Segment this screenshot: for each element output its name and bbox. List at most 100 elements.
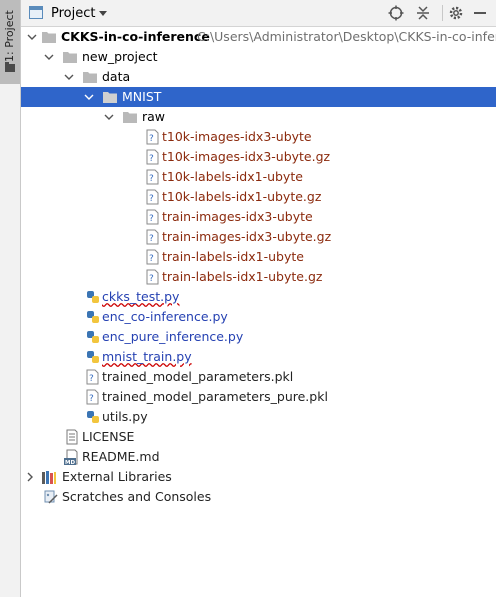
tree-row-scratches[interactable]: Scratches and Consoles: [21, 487, 496, 507]
chevron-down-icon[interactable]: [83, 91, 95, 103]
unknown-file-icon: ?: [146, 129, 159, 145]
folder-name: new_project: [82, 49, 158, 64]
chevron-down-icon[interactable]: [63, 71, 75, 83]
tree-row-file[interactable]: ? t10k-images-idx3-ubyte: [21, 127, 496, 147]
tree-row-root[interactable]: CKKS-in-co-inference C:\Users\Administra…: [21, 27, 496, 47]
svg-text:?: ?: [89, 394, 94, 404]
tree-row-file[interactable]: ? t10k-labels-idx1-ubyte.gz: [21, 187, 496, 207]
folder-icon: [103, 92, 117, 103]
scratches-label: Scratches and Consoles: [62, 489, 212, 504]
chevron-right-icon[interactable]: [24, 471, 36, 483]
panel-title[interactable]: Project: [51, 6, 95, 21]
file-name: enc_co-inference.py: [102, 309, 228, 324]
svg-text:?: ?: [149, 254, 154, 264]
text-file-icon: [66, 429, 78, 445]
svg-text:?: ?: [149, 234, 154, 244]
tree-row-file[interactable]: ? train-labels-idx1-ubyte: [21, 247, 496, 267]
tree-row-pkl-file[interactable]: ? trained_model_parameters_pure.pkl: [21, 387, 496, 407]
library-icon: [42, 471, 56, 484]
file-name: mnist_train.py: [102, 349, 192, 364]
tree-row-file[interactable]: ? train-labels-idx1-ubyte.gz: [21, 267, 496, 287]
markdown-file-icon: MD: [64, 449, 78, 465]
file-name: t10k-labels-idx1-ubyte.gz: [162, 189, 322, 204]
unknown-file-icon: ?: [146, 229, 159, 245]
python-file-icon: [87, 411, 99, 423]
svg-text:?: ?: [149, 174, 154, 184]
tool-window-strip: 1: Project: [0, 0, 21, 597]
folder-icon: [63, 52, 77, 63]
project-tree: CKKS-in-co-inference C:\Users\Administra…: [21, 27, 496, 597]
python-file-icon: [87, 291, 99, 303]
file-name: trained_model_parameters.pkl: [102, 369, 294, 384]
file-name: t10k-labels-idx1-ubyte: [162, 169, 303, 184]
tree-row-python-file[interactable]: enc_co-inference.py: [21, 307, 496, 327]
external-libraries-label: External Libraries: [62, 469, 172, 484]
file-name: LICENSE: [82, 429, 135, 444]
folder-name: data: [102, 69, 131, 84]
project-tool-tab-label: 1: Project: [3, 10, 16, 62]
tree-row-python-file[interactable]: ckks_test.py: [21, 287, 496, 307]
tree-row-file[interactable]: ? t10k-labels-idx1-ubyte: [21, 167, 496, 187]
tree-row-file[interactable]: ? t10k-images-idx3-ubyte.gz: [21, 147, 496, 167]
svg-text:?: ?: [149, 274, 154, 284]
python-file-icon: [87, 311, 99, 323]
tree-row-mnist[interactable]: MNIST: [21, 87, 496, 107]
folder-name: raw: [142, 109, 166, 124]
file-name: train-images-idx3-ubyte.gz: [162, 229, 332, 244]
unknown-file-icon: ?: [146, 189, 159, 205]
tree-row-raw[interactable]: raw: [21, 107, 496, 127]
folder-icon: [42, 32, 56, 43]
unknown-file-icon: ?: [146, 169, 159, 185]
file-name: utils.py: [102, 409, 148, 424]
scratches-icon: [44, 490, 58, 504]
gear-icon[interactable]: [447, 4, 465, 22]
locate-file-icon[interactable]: [387, 4, 405, 22]
chevron-down-icon[interactable]: [43, 51, 55, 63]
python-file-icon: [87, 331, 99, 343]
file-name: README.md: [82, 449, 160, 464]
file-name: t10k-images-idx3-ubyte.gz: [162, 149, 331, 164]
folder-icon: [5, 62, 15, 72]
tree-row-license[interactable]: LICENSE: [21, 427, 496, 447]
chevron-down-icon[interactable]: [26, 31, 38, 43]
unknown-file-icon: ?: [146, 249, 159, 265]
file-name: enc_pure_inference.py: [102, 329, 244, 344]
unknown-file-icon: ?: [86, 369, 99, 385]
tree-row-new-project[interactable]: new_project: [21, 47, 496, 67]
tree-row-readme[interactable]: MD README.md: [21, 447, 496, 467]
project-view-icon: [29, 6, 43, 19]
hide-panel-icon[interactable]: [471, 4, 489, 22]
tree-row-data[interactable]: data: [21, 67, 496, 87]
readme-badge: MD: [65, 460, 75, 465]
folder-icon: [123, 112, 137, 123]
svg-text:?: ?: [149, 214, 154, 224]
file-name: ckks_test.py: [102, 289, 180, 304]
root-folder-path: C:\Users\Administrator\Desktop\CKKS-in-c…: [197, 29, 496, 44]
folder-name: MNIST: [122, 89, 162, 104]
collapse-all-icon[interactable]: [414, 4, 432, 22]
tree-row-file[interactable]: ? train-images-idx3-ubyte: [21, 207, 496, 227]
project-tool-tab[interactable]: 1: Project: [0, 0, 20, 84]
file-name: train-labels-idx1-ubyte.gz: [162, 269, 323, 284]
unknown-file-icon: ?: [146, 209, 159, 225]
svg-text:?: ?: [149, 134, 154, 144]
tree-row-python-file[interactable]: enc_pure_inference.py: [21, 327, 496, 347]
tree-row-pkl-file[interactable]: ? trained_model_parameters.pkl: [21, 367, 496, 387]
svg-text:?: ?: [89, 374, 94, 384]
project-panel-header: Project: [21, 0, 496, 27]
tree-row-python-file[interactable]: mnist_train.py: [21, 347, 496, 367]
chevron-down-icon[interactable]: [99, 11, 107, 16]
root-folder-name: CKKS-in-co-inference: [61, 29, 210, 44]
python-file-icon: [87, 351, 99, 363]
file-name: train-images-idx3-ubyte: [162, 209, 313, 224]
tree-row-file[interactable]: ? train-images-idx3-ubyte.gz: [21, 227, 496, 247]
tree-row-external-libraries[interactable]: External Libraries: [21, 467, 496, 487]
folder-icon: [83, 72, 97, 83]
file-name: t10k-images-idx3-ubyte: [162, 129, 312, 144]
tree-row-python-file[interactable]: utils.py: [21, 407, 496, 427]
file-name: train-labels-idx1-ubyte: [162, 249, 304, 264]
file-name: trained_model_parameters_pure.pkl: [102, 389, 328, 404]
svg-text:?: ?: [149, 194, 154, 204]
chevron-down-icon[interactable]: [103, 111, 115, 123]
svg-text:?: ?: [149, 154, 154, 164]
